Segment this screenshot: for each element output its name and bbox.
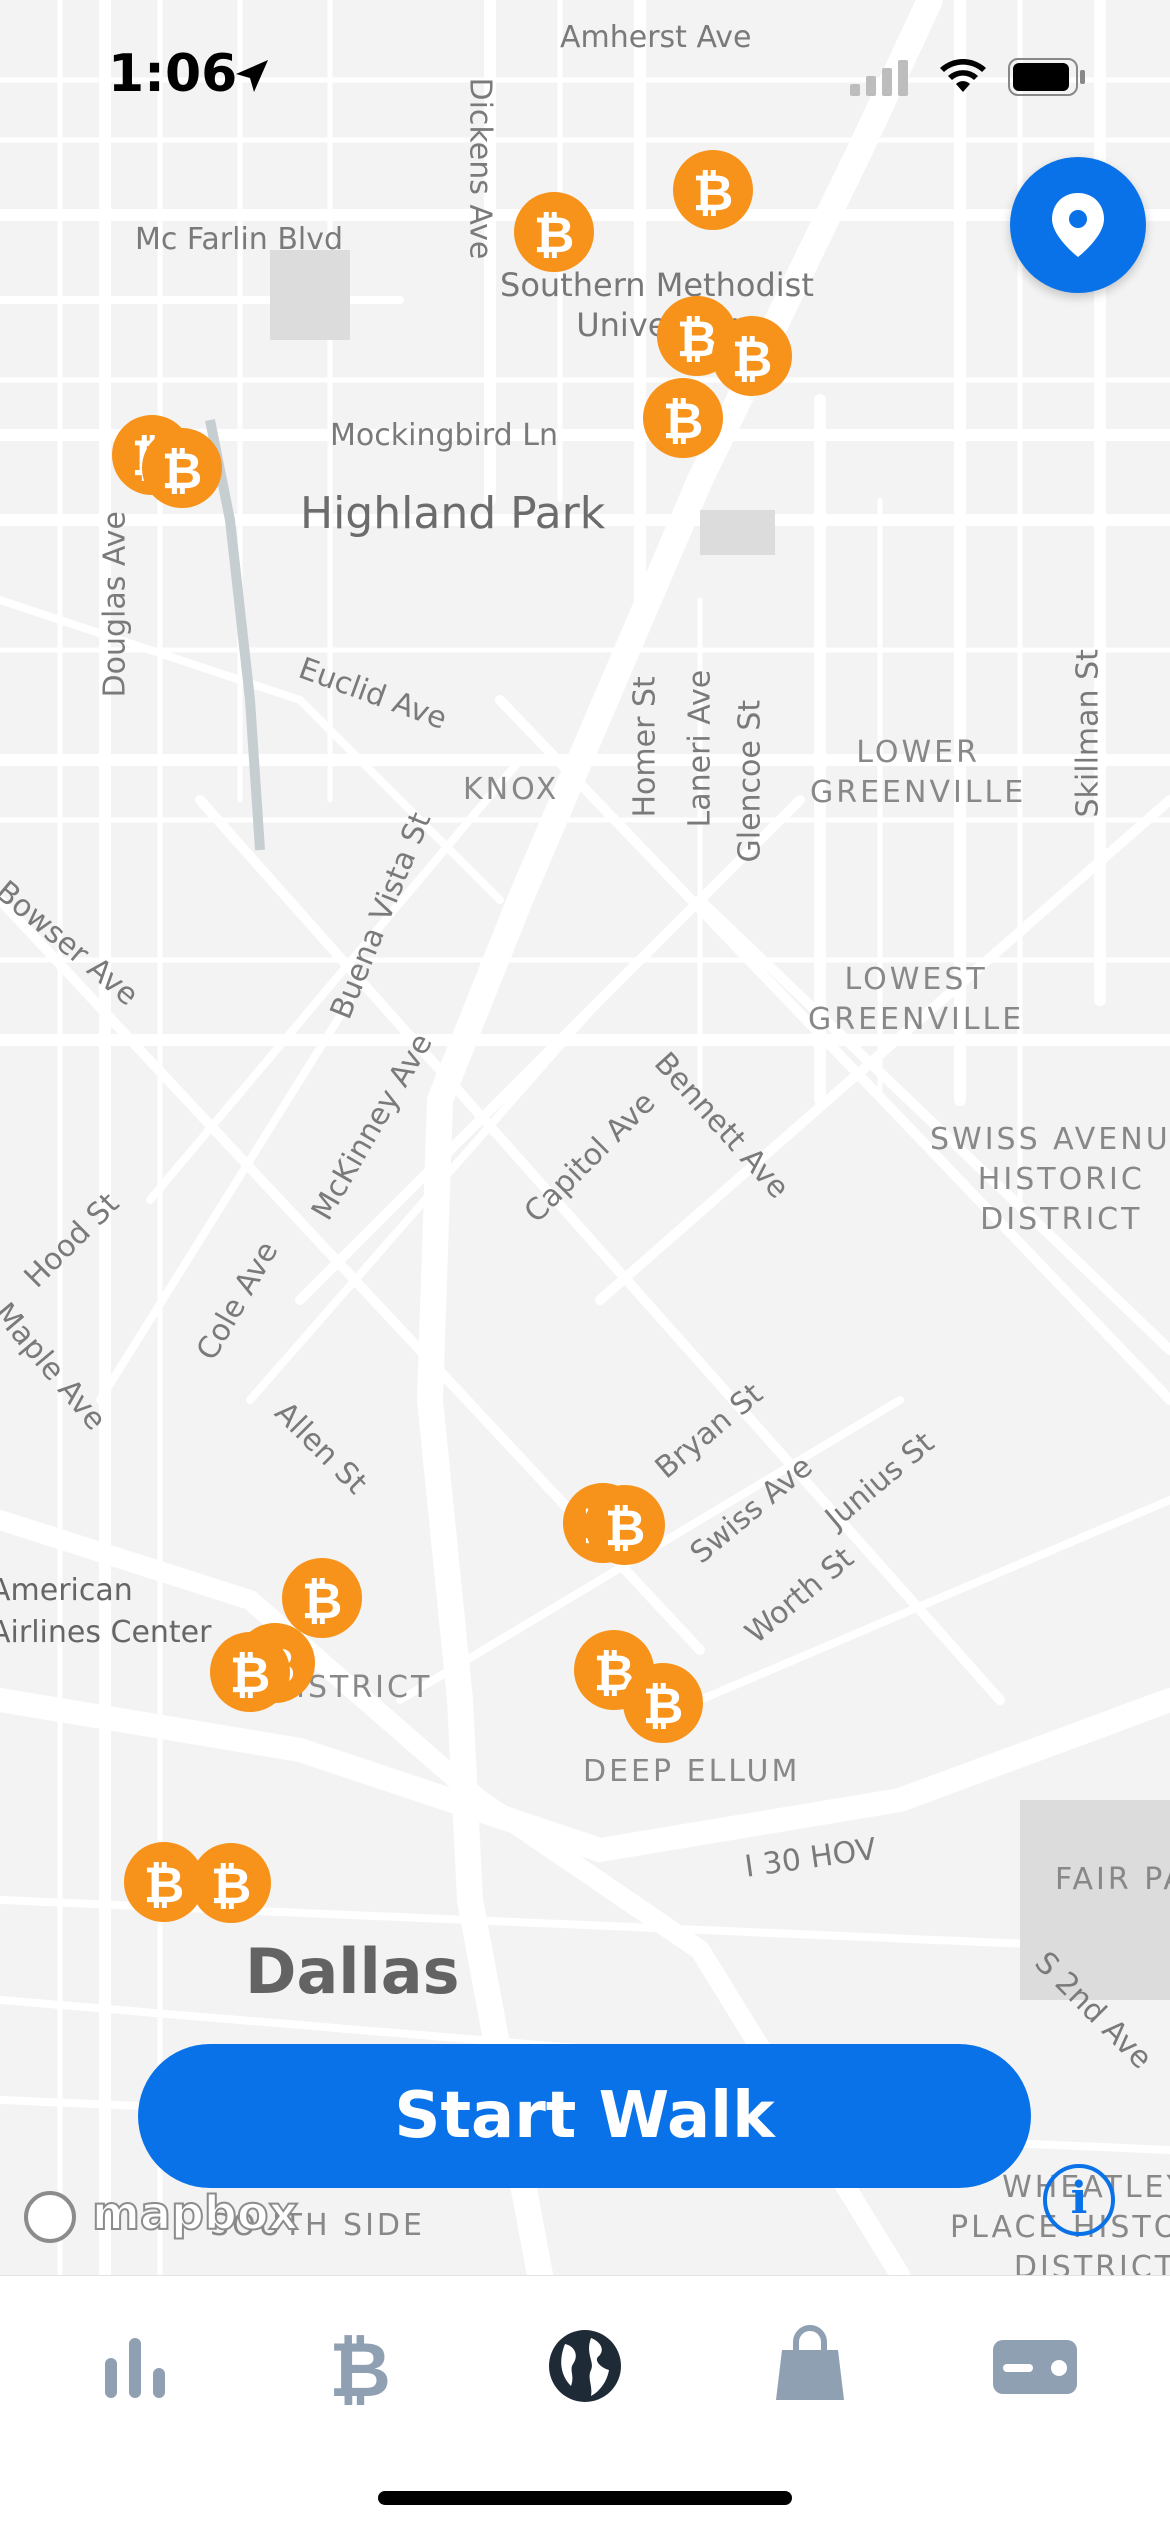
bitcoin-pin[interactable]: ₿ (643, 378, 723, 458)
locate-me-button[interactable] (1010, 157, 1146, 293)
bitcoin-pin[interactable]: ₿ (142, 428, 222, 508)
stats-icon[interactable] (85, 2316, 185, 2416)
mapbox-icon (24, 2190, 76, 2243)
map-view[interactable]: Amherst Ave Mc Farlin Blvd Dickens Ave M… (0, 0, 1170, 2275)
place-label-highland-park: Highland Park (300, 488, 606, 539)
place-label-swiss-avenue: SWISS AVENUE HISTORIC DISTRICT (930, 1122, 1170, 1237)
street-label: Homer St (627, 676, 663, 818)
street-label: Mockingbird Ln (330, 418, 558, 453)
place-label-knox: KNOX (463, 772, 560, 807)
place-label-fair-park: FAIR PARK (1055, 1862, 1170, 1897)
bitcoin-pin[interactable]: ₿ (191, 1843, 271, 1923)
mapbox-wordmark: mapbox (91, 2185, 299, 2241)
street-label: Laneri Ave (682, 669, 718, 828)
bitcoin-pin[interactable]: ₿ (585, 1485, 665, 1565)
place-label-lower-greenville: LOWER GREENVILLE (810, 735, 1027, 810)
place-label-american-airlines: American Airlines Center (0, 1573, 212, 1650)
svg-text:₿: ₿ (329, 2325, 391, 2414)
place-label-lowest-greenville: LOWEST GREENVILLE (808, 962, 1025, 1037)
location-arrow-icon (236, 60, 268, 92)
mapbox-logo: mapbox (24, 2185, 299, 2243)
status-bar: 1:06 (0, 0, 1170, 150)
street-label: Skillman St (1070, 649, 1106, 818)
place-label-deep-ellum: DEEP ELLUM (583, 1754, 801, 1789)
bitcoin-pin[interactable]: ₿ (712, 316, 792, 396)
location-pin-icon (1052, 193, 1104, 257)
home-indicator (378, 2491, 792, 2505)
battery-icon (1008, 58, 1085, 96)
info-icon[interactable]: i (1043, 2164, 1115, 2236)
cellular-signal-icon (850, 60, 908, 96)
tab-bar: ₿ (0, 2275, 1170, 2533)
street-label: Douglas Ave (97, 511, 133, 698)
place-label-dallas: Dallas (245, 1935, 460, 2008)
status-time: 1:06 (108, 44, 238, 104)
bitcoin-pin[interactable]: ₿ (673, 150, 753, 230)
globe-icon[interactable] (535, 2316, 635, 2416)
bitcoin-pin[interactable]: ₿ (514, 192, 594, 272)
bitcoin-icon[interactable]: ₿ (310, 2316, 410, 2416)
street-label: Glencoe St (732, 699, 768, 863)
bitcoin-pin[interactable]: ₿ (210, 1632, 290, 1712)
street-label: Mc Farlin Blvd (135, 222, 344, 257)
wallet-card-icon[interactable] (985, 2316, 1085, 2416)
shopping-bag-icon[interactable] (760, 2316, 860, 2416)
bitcoin-pin[interactable]: ₿ (282, 1558, 362, 1638)
wifi-icon (940, 59, 986, 92)
start-walk-button[interactable]: Start Walk (138, 2044, 1031, 2188)
bitcoin-pin[interactable]: ₿ (623, 1663, 703, 1743)
